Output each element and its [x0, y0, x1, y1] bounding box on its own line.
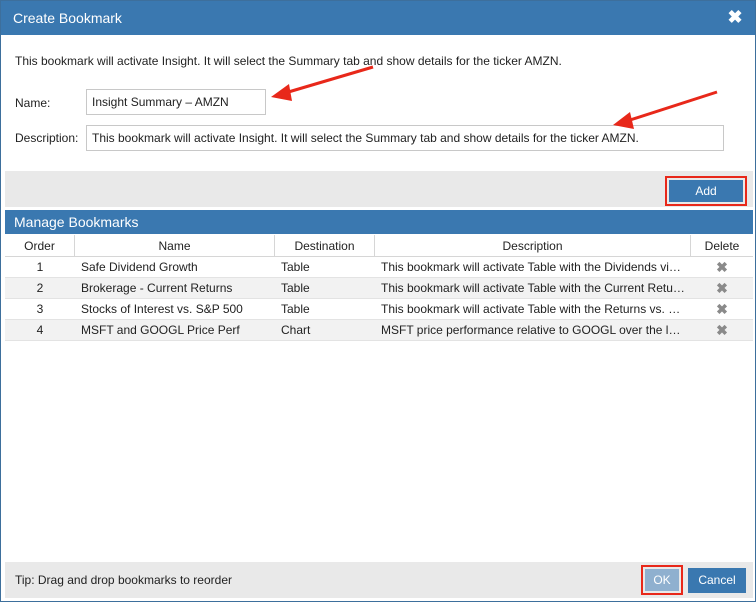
annotation-arrow-description — [626, 90, 718, 123]
row-order: 3 — [36, 302, 44, 316]
column-header-delete: Delete — [704, 239, 740, 253]
column-header-destination[interactable]: Destination — [275, 235, 375, 257]
delete-icon[interactable]: ✖ — [716, 322, 728, 338]
delete-icon[interactable]: ✖ — [716, 259, 728, 275]
close-icon[interactable]: ✖ — [725, 7, 745, 27]
annotation-arrowhead-name — [271, 84, 292, 101]
column-header-description[interactable]: Description — [375, 235, 691, 257]
column-header-name[interactable]: Name — [75, 235, 275, 257]
description-label: Description: — [15, 131, 79, 145]
bookmarks-table: Order Name Destination Description Delet… — [5, 235, 753, 341]
ok-button[interactable]: OK — [645, 569, 679, 591]
row-destination: Table — [281, 260, 310, 274]
name-label: Name: — [15, 96, 51, 110]
table-row[interactable]: 2 Brokerage - Current Returns Table This… — [5, 278, 753, 299]
add-toolbar — [5, 171, 753, 207]
row-name: Brokerage - Current Returns — [81, 281, 233, 295]
cancel-button[interactable]: Cancel — [688, 568, 746, 593]
row-description: MSFT price performance relative to GOOGL… — [381, 323, 681, 337]
dialog-titlebar[interactable]: Create Bookmark ✖ — [1, 1, 755, 35]
add-button[interactable]: Add — [669, 180, 743, 202]
row-order: 4 — [36, 323, 44, 337]
row-description: This bookmark will activate Table with t… — [381, 302, 681, 316]
manage-bookmarks-title: Manage Bookmarks — [14, 214, 139, 230]
dialog-title: Create Bookmark — [13, 10, 122, 26]
name-input[interactable] — [86, 89, 266, 115]
manage-bookmarks-header: Manage Bookmarks — [5, 210, 753, 234]
row-name: Safe Dividend Growth — [81, 260, 198, 274]
intro-text: This bookmark will activate Insight. It … — [15, 54, 562, 68]
delete-icon[interactable]: ✖ — [716, 301, 728, 317]
table-row[interactable]: 4 MSFT and GOOGL Price Perf Chart MSFT p… — [5, 320, 753, 341]
annotation-arrow-name — [284, 65, 374, 95]
row-name: MSFT and GOOGL Price Perf — [81, 323, 240, 337]
row-name: Stocks of Interest vs. S&P 500 — [81, 302, 243, 316]
table-header: Order Name Destination Description Delet… — [5, 235, 753, 257]
row-destination: Table — [281, 302, 310, 316]
row-order: 1 — [36, 260, 44, 274]
row-destination: Table — [281, 281, 310, 295]
delete-icon[interactable]: ✖ — [716, 280, 728, 296]
table-row[interactable]: 3 Stocks of Interest vs. S&P 500 Table T… — [5, 299, 753, 320]
row-description: This bookmark will activate Table with t… — [381, 260, 681, 274]
column-header-order[interactable]: Order — [5, 235, 75, 257]
description-input[interactable] — [86, 125, 724, 151]
row-destination: Chart — [281, 323, 311, 337]
reorder-tip: Tip: Drag and drop bookmarks to reorder — [15, 573, 232, 587]
row-order: 2 — [36, 281, 44, 295]
row-description: This bookmark will activate Table with t… — [381, 281, 685, 295]
create-bookmark-dialog: Create Bookmark ✖ This bookmark will act… — [0, 0, 756, 602]
table-row[interactable]: 1 Safe Dividend Growth Table This bookma… — [5, 257, 753, 278]
